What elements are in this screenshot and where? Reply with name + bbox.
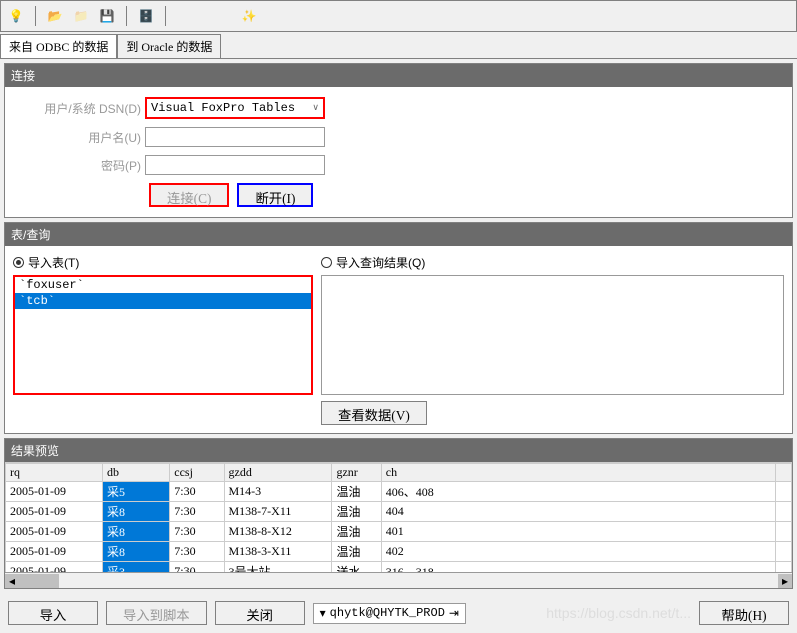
- chevron-down-icon: ∨: [312, 103, 319, 113]
- combo-arrow-icon: ▾: [320, 606, 326, 621]
- connect-button[interactable]: 连接(C): [149, 183, 229, 207]
- bottom-bar: 导入 导入到脚本 关闭 ▾ qhytk@QHYTK_PROD ⇥ https:/…: [0, 593, 797, 633]
- list-item[interactable]: `foxuser`: [15, 277, 311, 293]
- table-cell: 7:30: [170, 522, 224, 542]
- table-cell: M138-3-X11: [224, 542, 332, 562]
- connection-combo[interactable]: ▾ qhytk@QHYTK_PROD ⇥: [313, 603, 466, 624]
- tab-from-odbc[interactable]: 来自 ODBC 的数据: [0, 34, 117, 58]
- result-table: rqdbccsjgzddgznrch 2005-01-09采57:30M14-3…: [5, 463, 792, 572]
- open-icon[interactable]: 📂: [44, 5, 66, 27]
- table-cell: 2005-01-09: [6, 562, 103, 573]
- table-cell: 316、318: [381, 562, 775, 573]
- pin-icon: ⇥: [449, 606, 459, 621]
- password-label: 密码(P): [15, 157, 145, 174]
- table-cell: 404: [381, 502, 775, 522]
- table-row[interactable]: 2005-01-09采57:30M14-3温油406、408: [6, 482, 792, 502]
- table-cell: 采8: [103, 542, 170, 562]
- table-cell: 2005-01-09: [6, 542, 103, 562]
- column-header[interactable]: ch: [381, 464, 775, 482]
- column-header[interactable]: db: [103, 464, 170, 482]
- column-header[interactable]: gzdd: [224, 464, 332, 482]
- table-row[interactable]: 2005-01-09采37:303号大站送水316、318: [6, 562, 792, 573]
- table-cell: 2005-01-09: [6, 482, 103, 502]
- table-cell: 温油: [332, 542, 381, 562]
- table-cell: 采5: [103, 482, 170, 502]
- table-row[interactable]: 2005-01-09采87:30M138-3-X11温油402: [6, 542, 792, 562]
- password-input[interactable]: [145, 155, 325, 175]
- table-cell: 7:30: [170, 542, 224, 562]
- table-row[interactable]: 2005-01-09采87:30M138-7-X11温油404: [6, 502, 792, 522]
- source-tabs: 来自 ODBC 的数据 到 Oracle 的数据: [0, 34, 797, 59]
- main-toolbar: 💡 📂 📁 💾 🗄️ ✨: [0, 0, 797, 32]
- column-header[interactable]: ccsj: [170, 464, 224, 482]
- connection-string: qhytk@QHYTK_PROD: [330, 606, 445, 620]
- column-header[interactable]: gznr: [332, 464, 381, 482]
- query-textarea[interactable]: [321, 275, 784, 395]
- db-icon[interactable]: 🗄️: [135, 5, 157, 27]
- table-cell: 7:30: [170, 482, 224, 502]
- light-icon[interactable]: 💡: [5, 5, 27, 27]
- table-cell: 温油: [332, 522, 381, 542]
- table-cell: 401: [381, 522, 775, 542]
- table-listbox[interactable]: `foxuser``tcb`: [13, 275, 313, 395]
- table-cell: 采3: [103, 562, 170, 573]
- help-button[interactable]: 帮助(H): [699, 601, 789, 625]
- result-table-scroll[interactable]: rqdbccsjgzddgznrch 2005-01-09采57:30M14-3…: [5, 462, 792, 572]
- column-header[interactable]: rq: [6, 464, 103, 482]
- dsn-combo[interactable]: Visual FoxPro Tables ∨: [145, 97, 325, 119]
- import-button[interactable]: 导入: [8, 601, 98, 625]
- table-cell: 7:30: [170, 562, 224, 573]
- table-cell: M138-8-X12: [224, 522, 332, 542]
- table-cell: 406、408: [381, 482, 775, 502]
- table-query-header: 表/查询: [5, 223, 792, 246]
- result-preview-panel: 结果预览 rqdbccsjgzddgznrch 2005-01-09采57:30…: [4, 438, 793, 589]
- close-button[interactable]: 关闭: [215, 601, 305, 625]
- table-cell: 采8: [103, 522, 170, 542]
- table-cell: M14-3: [224, 482, 332, 502]
- disconnect-button[interactable]: 断开(I): [237, 183, 313, 207]
- table-cell: M138-7-X11: [224, 502, 332, 522]
- table-cell: 3号大站: [224, 562, 332, 573]
- wizard-icon[interactable]: ✨: [238, 5, 260, 27]
- import-table-radio[interactable]: [13, 257, 24, 268]
- table-cell: 采8: [103, 502, 170, 522]
- table-cell: 402: [381, 542, 775, 562]
- table-query-panel: 表/查询 导入表(T) `foxuser``tcb` 导入查询结果(Q) 查看数…: [4, 222, 793, 434]
- import-query-label: 导入查询结果(Q): [336, 254, 425, 271]
- tab-to-oracle[interactable]: 到 Oracle 的数据: [117, 34, 221, 58]
- table-cell: 2005-01-09: [6, 522, 103, 542]
- list-item[interactable]: `tcb`: [15, 293, 311, 309]
- import-query-radio[interactable]: [321, 257, 332, 268]
- table-cell: 2005-01-09: [6, 502, 103, 522]
- table-cell: 7:30: [170, 502, 224, 522]
- folder-icon[interactable]: 📁: [70, 5, 92, 27]
- table-cell: 温油: [332, 502, 381, 522]
- username-input[interactable]: [145, 127, 325, 147]
- view-data-button[interactable]: 查看数据(V): [321, 401, 427, 425]
- dsn-label: 用户/系统 DSN(D): [15, 100, 145, 117]
- horizontal-scrollbar[interactable]: ◂ ▸: [5, 572, 792, 588]
- import-table-label: 导入表(T): [28, 254, 79, 271]
- table-cell: 温油: [332, 482, 381, 502]
- save-icon[interactable]: 💾: [96, 5, 118, 27]
- scroll-spacer: [776, 464, 792, 482]
- connection-header: 连接: [5, 64, 792, 87]
- username-label: 用户名(U): [15, 129, 145, 146]
- result-preview-header: 结果预览: [5, 439, 792, 462]
- connection-panel: 连接 用户/系统 DSN(D) Visual FoxPro Tables ∨ 用…: [4, 63, 793, 218]
- table-row[interactable]: 2005-01-09采87:30M138-8-X12温油401: [6, 522, 792, 542]
- table-cell: 送水: [332, 562, 381, 573]
- import-script-button[interactable]: 导入到脚本: [106, 601, 207, 625]
- watermark: https://blog.csdn.net/t...: [546, 605, 691, 621]
- dsn-value: Visual FoxPro Tables: [151, 101, 295, 115]
